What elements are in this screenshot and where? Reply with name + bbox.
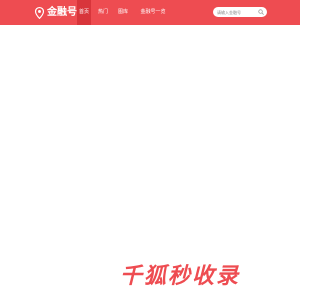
- logo-text: 金融号: [47, 7, 77, 18]
- search-box: [213, 7, 267, 17]
- site-logo[interactable]: 金融号: [35, 6, 77, 20]
- search-icon[interactable]: [258, 9, 264, 15]
- top-navbar: 金融号 首页 热门 图库 金融号一览: [0, 0, 300, 25]
- search-input[interactable]: [217, 7, 257, 17]
- nav-item-home[interactable]: 首页: [77, 0, 91, 25]
- watermark-logo: 千狐秒收录: [120, 264, 241, 289]
- nav-item-hot[interactable]: 热门: [96, 0, 110, 25]
- nav-item-directory[interactable]: 金融号一览: [139, 0, 167, 25]
- map-pin-icon: [35, 7, 44, 19]
- nav-item-gallery[interactable]: 图库: [116, 0, 130, 25]
